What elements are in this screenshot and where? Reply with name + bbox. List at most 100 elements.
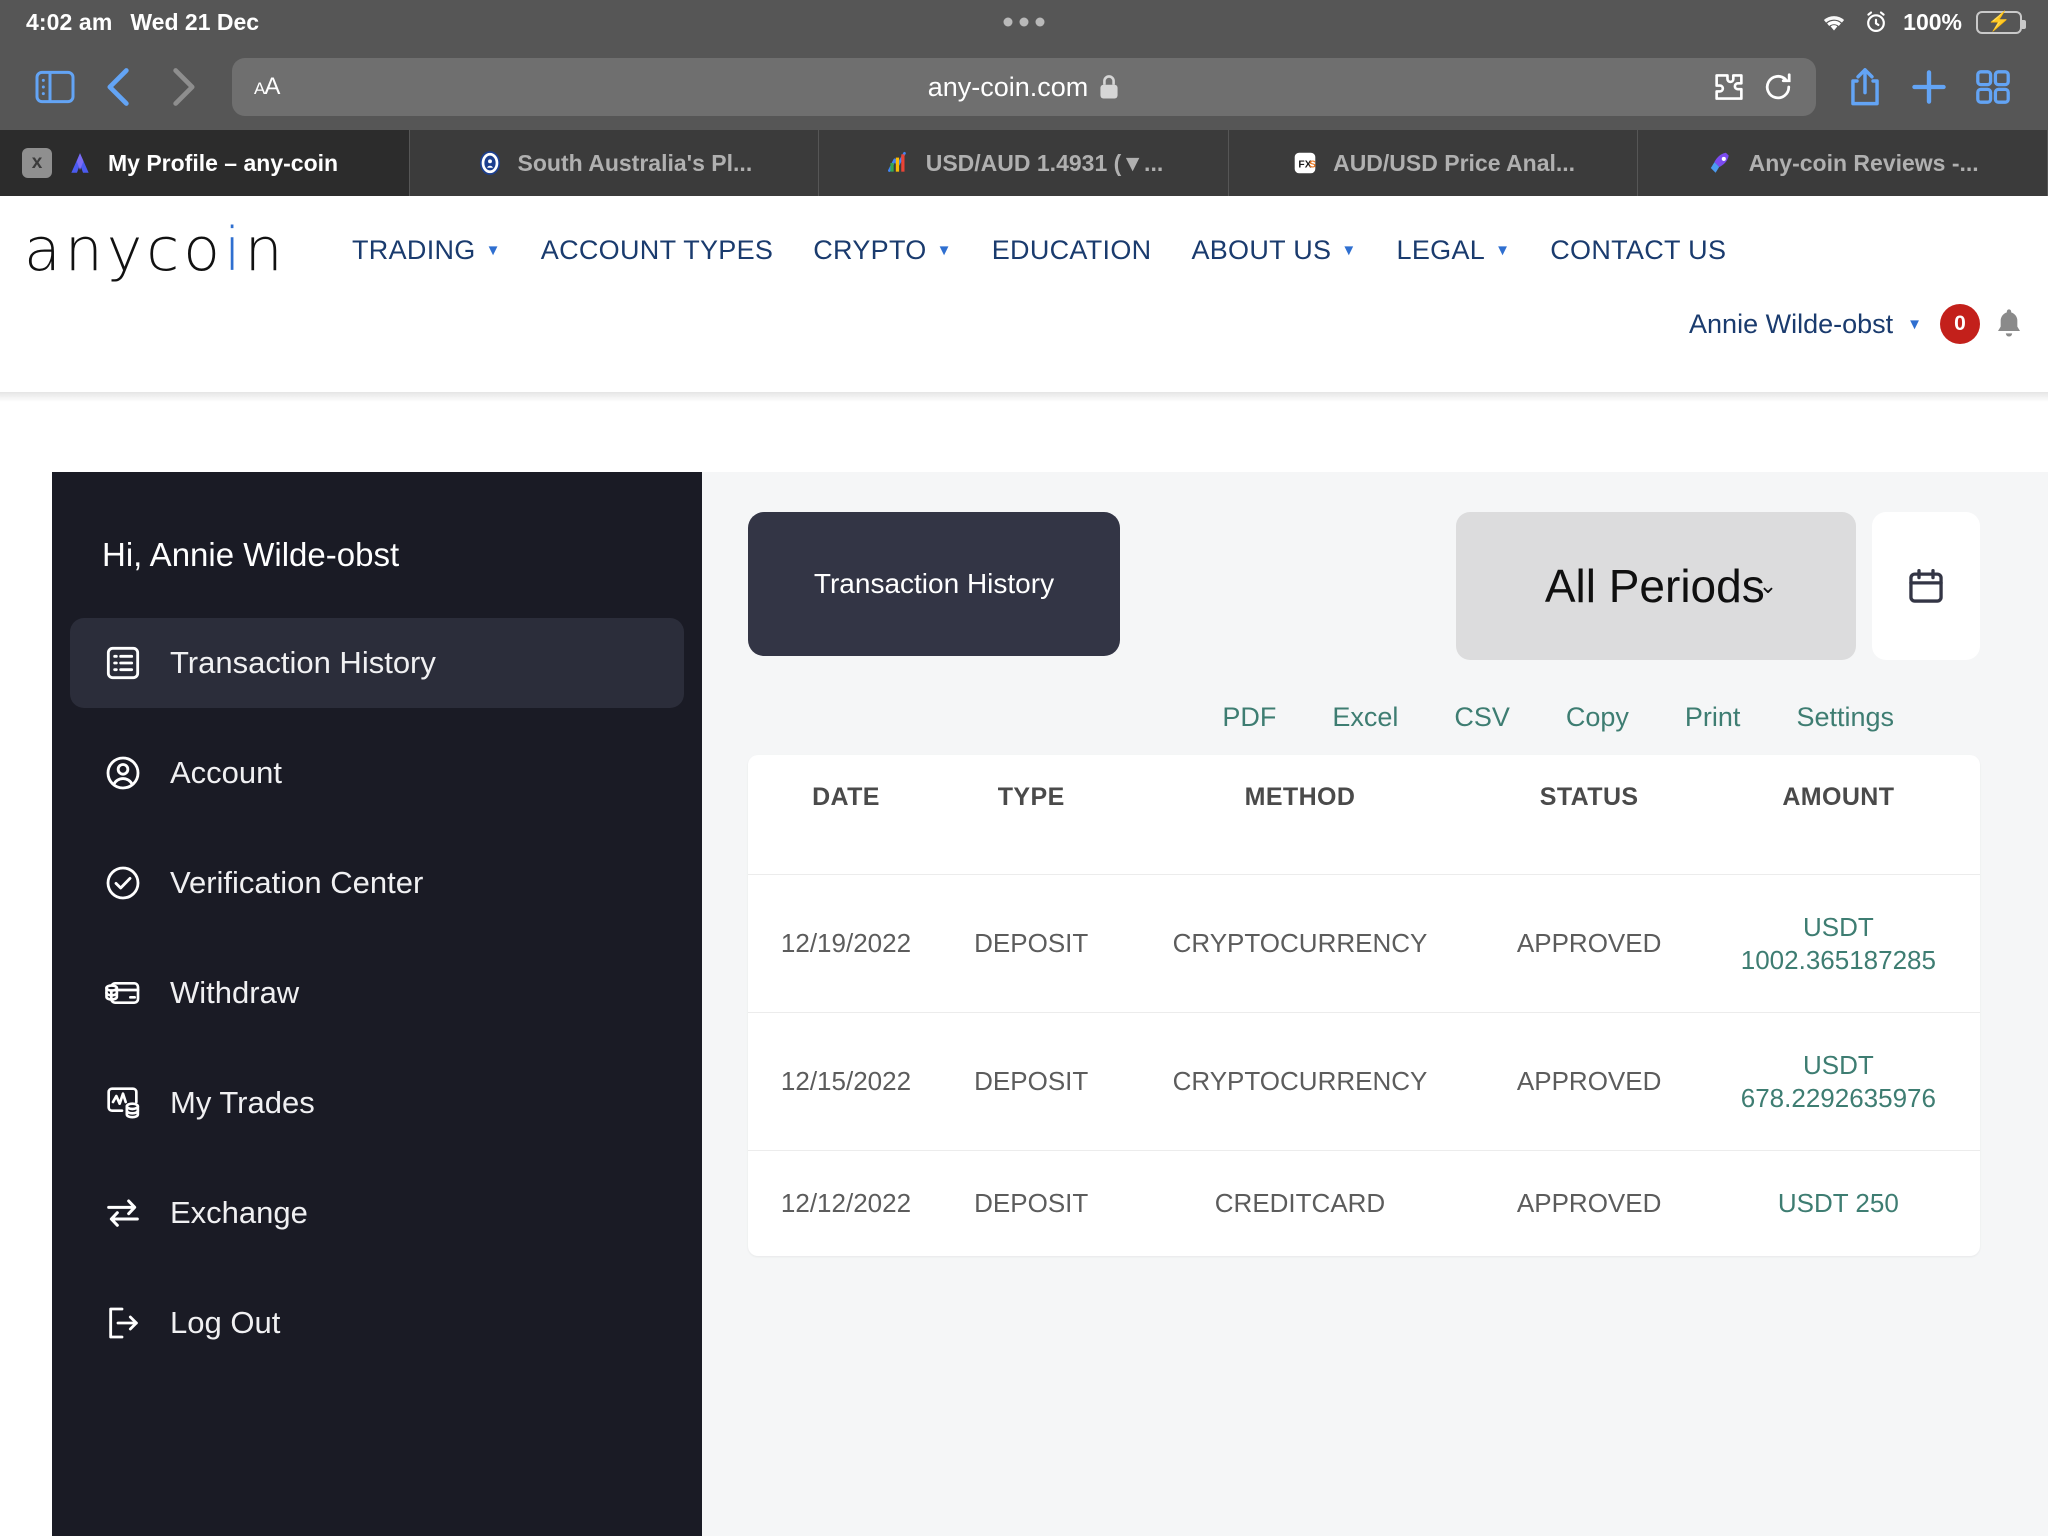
sidebar-toggle-icon[interactable] (26, 58, 84, 116)
nav-label: LEGAL (1396, 234, 1486, 265)
multitasking-handle[interactable] (1003, 17, 1045, 27)
sidebar-item-exchange[interactable]: Exchange (70, 1168, 684, 1258)
google-finance-icon (884, 149, 912, 177)
cell-amount: USDT 250 (1696, 1150, 1980, 1256)
column-header-amount[interactable]: AMOUNT (1697, 755, 1980, 875)
cell-status: APPROVED (1481, 1150, 1697, 1256)
sidebar-item-my-trades[interactable]: My Trades (70, 1058, 684, 1148)
export-pdf-button[interactable]: PDF (1222, 702, 1276, 733)
fxs-icon: FX S (1291, 149, 1319, 177)
sidebar-item-label: Exchange (170, 1195, 308, 1230)
cell-status: APPROVED (1481, 1012, 1697, 1151)
svg-text:S: S (1309, 159, 1316, 170)
transactions-table-card: DATE TYPE METHOD STATUS AMOUNT 12/19/202… (748, 755, 1980, 1256)
amount-currency: USDT 250 (1777, 1188, 1899, 1218)
browser-tab[interactable]: South Australia's Pl... (409, 130, 820, 196)
reload-icon[interactable] (1762, 71, 1794, 103)
cell-date: 12/12/2022 (748, 1150, 944, 1256)
browser-tab[interactable]: FX S AUD/USD Price Anal... (1228, 130, 1639, 196)
nav-item-legal[interactable]: LEGAL ▼ (1397, 235, 1511, 266)
column-header-method[interactable]: METHOD (1118, 755, 1481, 875)
logo-text-accent: i (224, 215, 245, 285)
sidebar-item-withdraw[interactable]: Withdraw (70, 948, 684, 1038)
address-bar[interactable]: AA any-coin.com (232, 58, 1816, 116)
export-csv-button[interactable]: CSV (1454, 702, 1510, 733)
check-circle-icon (102, 862, 144, 904)
nav-item-education[interactable]: EDUCATION (992, 235, 1152, 266)
lock-icon (1098, 74, 1120, 100)
notification-badge: 0 (1940, 304, 1980, 344)
cell-date: 12/19/2022 (748, 874, 944, 1013)
period-select[interactable]: All Periods ⌄ (1456, 512, 1856, 660)
forward-chevron-right-icon[interactable] (154, 58, 212, 116)
nav-item-contact-us[interactable]: CONTACT US (1550, 235, 1726, 266)
extensions-puzzle-piece-icon[interactable] (1712, 72, 1746, 102)
nav-item-account-types[interactable]: ACCOUNT TYPES (541, 235, 773, 266)
sidebar-item-label: Log Out (170, 1305, 281, 1340)
cell-method: CREDITCARD (1118, 1150, 1482, 1256)
sidebar-item-verification-center[interactable]: Verification Center (70, 838, 684, 928)
alarm-clock-icon (1863, 9, 1889, 35)
nav-label: TRADING (352, 234, 476, 265)
tab-title: USD/AUD 1.4931 (▼... (925, 149, 1164, 176)
anycoin-logo[interactable]: anycoin (22, 220, 352, 280)
chevron-down-icon: ▼ (936, 241, 952, 259)
table-row[interactable]: 12/15/2022 DEPOSIT CRYPTOCURRENCY APPROV… (748, 1012, 1980, 1151)
cell-date: 12/15/2022 (748, 1012, 944, 1151)
export-excel-button[interactable]: Excel (1332, 702, 1398, 733)
nav-item-crypto[interactable]: CRYPTO ▼ (813, 235, 952, 266)
settings-button[interactable]: Settings (1796, 702, 1894, 733)
cell-amount: USDT 1002.365187285 (1696, 874, 1980, 1013)
back-chevron-left-icon[interactable] (90, 58, 148, 116)
chevron-down-icon: ▼ (1341, 241, 1357, 259)
table-row[interactable]: 12/19/2022 DEPOSIT CRYPTOCURRENCY APPROV… (748, 874, 1980, 1013)
cell-method: CRYPTOCURRENCY (1118, 874, 1482, 1013)
sidebar-item-log-out[interactable]: Log Out (70, 1278, 684, 1368)
transactions-table: DATE TYPE METHOD STATUS AMOUNT 12/19/202… (748, 755, 1980, 1256)
exchange-arrows-icon (102, 1192, 144, 1234)
browser-tab-active[interactable]: x My Profile – any-coin (0, 130, 410, 196)
column-header-date[interactable]: DATE (748, 755, 944, 875)
user-circle-icon (102, 752, 144, 794)
tab-overview-grid-icon[interactable] (1964, 58, 2022, 116)
cell-type: DEPOSIT (943, 1012, 1119, 1151)
print-button[interactable]: Print (1685, 702, 1741, 733)
amount-value: 678.2292635976 (1740, 1082, 1936, 1113)
sidebar-item-label: Account (170, 755, 283, 790)
share-icon[interactable] (1836, 58, 1894, 116)
logo-text-prefix: anyco (24, 215, 224, 285)
chevron-down-icon[interactable]: ▼ (1907, 316, 1922, 333)
anycoin-logo-icon (66, 149, 94, 177)
logout-icon (102, 1302, 144, 1344)
bell-icon[interactable] (1994, 307, 2024, 341)
text-size-button[interactable]: AA (254, 73, 280, 101)
sidebar-item-account[interactable]: Account (70, 728, 684, 818)
nav-item-trading[interactable]: TRADING ▼ (352, 235, 501, 266)
new-tab-plus-icon[interactable] (1900, 58, 1958, 116)
battery-charging-icon: ⚡ (1976, 10, 2026, 34)
calendar-button[interactable] (1872, 512, 1980, 660)
sidebar-item-label: Verification Center (170, 865, 424, 900)
sidebar-item-transaction-history[interactable]: Transaction History (70, 618, 684, 708)
amount-currency: USDT (1802, 1050, 1874, 1080)
sidebar-item-label: My Trades (170, 1085, 315, 1120)
column-header-status[interactable]: STATUS (1482, 755, 1697, 875)
logo-text-suffix: n (244, 215, 287, 285)
nav-item-about-us[interactable]: ABOUT US ▼ (1191, 235, 1356, 266)
column-header-type[interactable]: TYPE (944, 755, 1119, 875)
amount-value: 1002.365187285 (1740, 944, 1936, 975)
site-header: anycoin TRADING ▼ ACCOUNT TYPES CRYPTO ▼… (0, 196, 2048, 392)
tab-close-icon[interactable]: x (22, 148, 52, 178)
browser-tab[interactable]: Any-coin Reviews -... (1638, 130, 2048, 196)
user-menu[interactable]: Annie Wilde-obst ▼ 0 (1689, 304, 2024, 344)
copy-button[interactable]: Copy (1566, 702, 1629, 733)
main-navigation: TRADING ▼ ACCOUNT TYPES CRYPTO ▼ EDUCATI… (352, 235, 1726, 266)
export-toolbar: PDF Excel CSV Copy Print Settings (748, 660, 1980, 755)
card-coins-icon (102, 972, 144, 1014)
table-row[interactable]: 12/12/2022 DEPOSIT CREDITCARD APPROVED U… (748, 1150, 1980, 1256)
account-sidebar: Hi, Annie Wilde-obst Transaction History (52, 472, 702, 1536)
chevron-down-icon: ⌄ (1758, 573, 1778, 598)
police-badge-icon (476, 149, 504, 177)
tab-title: My Profile – any-coin (108, 149, 339, 176)
browser-tab[interactable]: USD/AUD 1.4931 (▼... (819, 130, 1229, 196)
